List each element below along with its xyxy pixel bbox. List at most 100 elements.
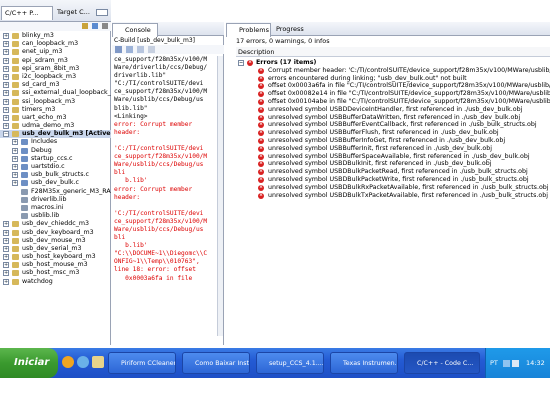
expand-icon[interactable]: + (3, 114, 9, 121)
expand-icon[interactable]: + (12, 164, 18, 170)
tree-item[interactable]: + usb_dev_serial_m3 (0, 245, 111, 253)
minimize-icon[interactable] (96, 9, 108, 16)
open-console-icon[interactable] (148, 46, 155, 53)
problem-row[interactable]: × unresolved symbol USBBufferFlush, first… (238, 129, 550, 137)
volume-icon[interactable] (512, 360, 519, 367)
task-texas-instruments[interactable]: Texas Instrumen... (330, 352, 398, 374)
expand-icon[interactable]: + (3, 229, 9, 236)
problem-row[interactable]: × unresolved symbol USBDBulkInit, first r… (238, 160, 550, 168)
problem-row[interactable]: × unresolved symbol USBDBulkPacketWrite, … (238, 176, 550, 184)
tree-item[interactable]: + udma_demo_m3 (0, 122, 111, 130)
expand-icon[interactable]: + (3, 245, 9, 252)
expand-icon[interactable]: + (12, 180, 18, 187)
expand-icon[interactable]: + (3, 262, 9, 269)
problem-row[interactable]: × offset 0x00104abe in file "C:/TI/contro… (238, 98, 550, 106)
problem-row[interactable]: × unresolved symbol USBBufferInfoGet, fir… (238, 137, 550, 145)
tree-item[interactable]: + epi_sdram_m3 (0, 57, 111, 65)
tree-item[interactable]: + sd_card_m3 (0, 81, 111, 89)
tree-item[interactable]: − usb_dev_bulk_m3 [Active - (0, 130, 111, 139)
tree-item[interactable]: + timers_m3 (0, 106, 111, 114)
tree-item[interactable]: + blinky_m3 (0, 32, 111, 40)
tree-item[interactable]: + watchdog (0, 278, 111, 286)
expand-icon[interactable]: + (3, 41, 9, 48)
tree-item[interactable]: + usb_bulk_structs.c (0, 171, 111, 179)
console-output[interactable]: ce_support/f28m35x/v100/M Ware/driverlib… (114, 56, 218, 283)
tree-item[interactable]: + Includes (0, 138, 111, 146)
tree-item[interactable]: + ssi_loopback_m3 (0, 98, 111, 106)
tree-item[interactable]: + uartstdio.c (0, 163, 111, 171)
view-menu-icon[interactable] (102, 23, 108, 29)
expand-icon[interactable]: + (3, 73, 9, 80)
tree-item[interactable]: F28M35x_generic_M3_RAM.c (0, 188, 111, 196)
problem-row[interactable]: × unresolved symbol USBDBulkTxPacketAvail… (238, 192, 550, 200)
task-code-composer[interactable]: C/C++ - Code C... (404, 352, 480, 374)
column-description[interactable]: Description (236, 47, 550, 57)
task-setup-ccs[interactable]: setup_CCS_4.1.... (256, 352, 324, 374)
collapse-icon[interactable]: − (238, 60, 244, 66)
expand-icon[interactable]: + (12, 155, 18, 162)
problem-row[interactable]: × offset 0x0003a6fa in file "C:/TI/contro… (238, 82, 550, 90)
expand-icon[interactable]: + (3, 221, 9, 228)
expand-icon[interactable]: + (12, 139, 18, 146)
problem-row[interactable]: × Corrupt member header: 'C:/TI/controlSU… (238, 67, 550, 75)
tree-item[interactable]: macros.ini (0, 204, 111, 212)
problem-row[interactable]: × unresolved symbol USBBufferEventCallbac… (238, 121, 550, 129)
link-editor-icon[interactable] (92, 23, 98, 29)
expand-icon[interactable]: + (3, 237, 9, 244)
tree-item[interactable]: + usb_dev_bulk.c (0, 179, 111, 187)
errors-group[interactable]: − × Errors (17 items) (238, 59, 550, 67)
problem-row[interactable]: × unresolved symbol USBBufferDataWritten,… (238, 114, 550, 122)
expand-icon[interactable]: + (3, 278, 9, 285)
tree-item[interactable]: + startup_ccs.c (0, 155, 111, 163)
expand-icon[interactable]: + (3, 82, 9, 89)
expand-icon[interactable]: + (3, 98, 9, 105)
folder-icon[interactable] (92, 356, 104, 368)
expand-icon[interactable]: + (3, 270, 9, 277)
scroll-lock-icon[interactable] (126, 46, 133, 53)
problem-row[interactable]: × unresolved symbol USBDDeviceIntHandler,… (238, 106, 550, 114)
tab-progress[interactable]: Progress (273, 23, 307, 37)
tree-item[interactable]: usblib.lib (0, 212, 111, 220)
expand-icon[interactable]: + (3, 33, 9, 39)
tree-item[interactable]: driverlib.lib (0, 196, 111, 204)
expand-icon[interactable]: + (3, 90, 9, 97)
problem-row[interactable]: × unresolved symbol USBDBulkRxPacketAvail… (238, 184, 550, 192)
ie-icon[interactable] (77, 356, 89, 368)
tab-target-config[interactable]: Target C... (54, 6, 92, 20)
tree-item[interactable]: + can_loopback_m3 (0, 40, 111, 48)
problem-row[interactable]: × unresolved symbol USBDBulkPacketRead, f… (238, 168, 550, 176)
tree-item[interactable]: + usb_dev_chieddc_m3 (0, 220, 111, 228)
firefox-icon[interactable] (62, 356, 74, 368)
expand-icon[interactable]: + (3, 123, 9, 130)
console-scrollbar[interactable] (217, 56, 223, 336)
tree-item[interactable]: + i2c_loopback_m3 (0, 73, 111, 81)
tree-item[interactable]: + usb_host_msc_m3 (0, 269, 111, 277)
collapse-all-icon[interactable] (82, 23, 88, 29)
problem-row[interactable]: × offset 0x00082e14 in file "C:/TI/contro… (238, 90, 550, 98)
expand-icon[interactable]: + (3, 49, 9, 56)
tree-item[interactable]: + usb_host_keyboard_m3 (0, 253, 111, 261)
tree-item[interactable]: + enet_uip_m3 (0, 48, 111, 56)
start-button[interactable]: Iniciar (0, 348, 58, 378)
expand-icon[interactable]: + (3, 254, 9, 261)
task-como-baixar[interactable]: Como Baixar Inst... (182, 352, 250, 374)
clear-console-icon[interactable] (115, 46, 122, 53)
tree-item[interactable]: + usb_dev_mouse_m3 (0, 237, 111, 245)
expand-icon[interactable]: + (12, 172, 18, 179)
tab-problems[interactable]: Problems (226, 23, 271, 37)
tree-item[interactable]: + epi_sram_8bit_m3 (0, 65, 111, 73)
tree-item[interactable]: + usb_host_mouse_m3 (0, 261, 111, 269)
tab-cpp-projects[interactable]: C/C++ P... (1, 6, 53, 20)
expand-icon[interactable]: + (3, 65, 9, 72)
tree-item[interactable]: + ssi_external_dual_loopback_m3 (0, 89, 111, 97)
tab-console[interactable]: Console (112, 23, 158, 37)
expand-icon[interactable]: + (3, 57, 9, 64)
language-indicator[interactable]: PT (490, 359, 498, 367)
expand-icon[interactable]: + (12, 147, 18, 154)
problem-row[interactable]: × errors encountered during linking; "usb… (238, 75, 550, 83)
tree-item[interactable]: + uart_echo_m3 (0, 114, 111, 122)
problem-row[interactable]: × unresolved symbol USBBufferInit, first … (238, 145, 550, 153)
task-piriform-ccleaner[interactable]: Piriform CCleaner (108, 352, 176, 374)
network-icon[interactable] (503, 360, 510, 367)
tree-item[interactable]: + usb_dev_keyboard_m3 (0, 229, 111, 237)
